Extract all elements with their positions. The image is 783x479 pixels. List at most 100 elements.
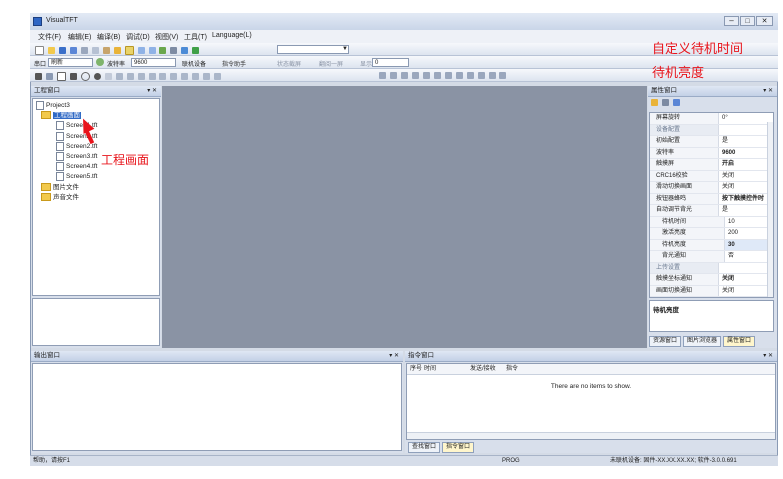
baud-select[interactable]: 9600: [131, 58, 176, 67]
property-row[interactable]: 触摸屏 开启: [650, 159, 773, 171]
property-row[interactable]: CRC16校验 关闭: [650, 170, 773, 182]
property-value[interactable]: 200: [725, 228, 773, 239]
align-bottom-icon[interactable]: [411, 72, 419, 79]
property-value[interactable]: 仅弹起时: [719, 297, 773, 298]
output-text-area[interactable]: [32, 363, 402, 451]
tab-find[interactable]: 查找窗口: [408, 442, 441, 453]
command-assistant-button[interactable]: 指令助手: [222, 59, 246, 68]
property-value[interactable]: 关闭: [719, 286, 773, 297]
button-control-icon[interactable]: [115, 73, 123, 80]
property-value[interactable]: 9600: [719, 148, 773, 159]
menu-edit[interactable]: 编辑(E): [68, 32, 91, 42]
capture-button[interactable]: 状态截屏: [277, 59, 301, 68]
tab-properties[interactable]: 属性窗口: [723, 336, 756, 347]
property-row[interactable]: 上传设置: [650, 262, 773, 274]
property-row[interactable]: 初始配置是: [650, 136, 773, 148]
col-time[interactable]: 时间: [424, 364, 436, 374]
property-value[interactable]: 是: [719, 205, 773, 216]
chevron-down-icon[interactable]: ▼: [342, 46, 348, 52]
menu-tools[interactable]: 工具(T): [184, 32, 207, 42]
property-row[interactable]: 待机时间 10: [650, 216, 773, 228]
rect-icon[interactable]: [56, 72, 66, 81]
new-icon[interactable]: [35, 46, 44, 55]
space-v-icon[interactable]: [488, 72, 496, 79]
tree-item-screen[interactable]: Screen5.tft: [36, 172, 159, 182]
property-row[interactable]: 按钮器蜂鸣 按下触摸控件时: [650, 193, 773, 205]
port-select[interactable]: 刷新: [48, 58, 93, 67]
circle-icon[interactable]: [80, 72, 90, 81]
horizontal-scrollbar[interactable]: [407, 432, 775, 439]
property-row[interactable]: 设备配置: [650, 124, 773, 136]
property-row[interactable]: 触摸坐标通知 关闭: [650, 274, 773, 286]
icon-control-icon[interactable]: [192, 73, 200, 80]
tree-root[interactable]: Project3: [36, 101, 159, 111]
tree-item-screen[interactable]: Screen1.tft: [36, 121, 159, 131]
text-icon[interactable]: [104, 73, 112, 80]
image-icon[interactable]: [124, 46, 134, 55]
menu-control-icon[interactable]: [170, 73, 178, 80]
property-row[interactable]: 波特率 9600: [650, 147, 773, 159]
property-row[interactable]: 自动调节背光是: [650, 205, 773, 217]
property-value[interactable]: 否: [725, 251, 773, 262]
property-row[interactable]: 画面切换通知 关闭: [650, 285, 773, 297]
property-value[interactable]: 关闭: [719, 182, 773, 193]
sort-az-icon[interactable]: [661, 99, 669, 106]
fill-circle-icon[interactable]: [93, 73, 101, 80]
rtc-control-icon[interactable]: [203, 73, 211, 80]
refresh-icon[interactable]: [96, 58, 104, 66]
save-icon[interactable]: [58, 47, 66, 54]
panel-pin-icon[interactable]: ▾ ✕: [147, 86, 157, 96]
slider-control-icon[interactable]: [137, 73, 145, 80]
animation-control-icon[interactable]: [181, 73, 189, 80]
property-value[interactable]: 10: [725, 217, 773, 228]
panel-pin-icon[interactable]: ▾ ✕: [389, 351, 399, 361]
progress-control-icon[interactable]: [126, 73, 134, 80]
tab-image-browser[interactable]: 图片浏览器: [683, 336, 722, 347]
page-input[interactable]: 0: [372, 58, 409, 67]
menu-build[interactable]: 编译(B): [97, 32, 120, 42]
chart-control-icon[interactable]: [159, 73, 167, 80]
property-row[interactable]: 滑动切换画面 关闭: [650, 182, 773, 194]
close-button[interactable]: ✕: [756, 16, 773, 26]
property-row[interactable]: 激活亮度 200: [650, 228, 773, 240]
open-icon[interactable]: [47, 47, 55, 54]
property-value[interactable]: 按下触摸控件时: [719, 194, 773, 205]
property-value[interactable]: 关闭: [719, 171, 773, 182]
lock-icon[interactable]: [113, 47, 121, 54]
space-h-icon[interactable]: [477, 72, 485, 79]
menu-language[interactable]: Language(L): [212, 32, 252, 39]
menu-debug[interactable]: 调试(D): [126, 32, 150, 42]
tree-folder-screens[interactable]: 工程画面: [36, 111, 159, 121]
align-left-icon[interactable]: [379, 72, 386, 79]
grid-icon[interactable]: [499, 72, 507, 79]
line-icon[interactable]: [45, 73, 53, 80]
align-top-icon[interactable]: [400, 72, 408, 79]
tab-commands[interactable]: 指令窗口: [442, 442, 475, 453]
connect-button[interactable]: 联机设备: [182, 59, 206, 68]
menu-view[interactable]: 视图(V): [155, 32, 178, 42]
categorized-icon[interactable]: [651, 99, 658, 106]
prev-screen-button[interactable]: 翻阅一屏: [319, 59, 343, 68]
property-value[interactable]: 开启: [719, 159, 773, 170]
col-index[interactable]: 序号: [410, 364, 422, 374]
col-command[interactable]: 指令: [506, 364, 518, 374]
panel-pin-icon[interactable]: ▾ ✕: [763, 86, 773, 96]
toolbar-dropdown[interactable]: [277, 45, 349, 54]
property-row[interactable]: 背光通知否: [650, 251, 773, 263]
undo-icon[interactable]: [137, 47, 145, 54]
run-icon[interactable]: [192, 47, 200, 54]
property-value[interactable]: 30: [725, 240, 773, 251]
center-v-icon[interactable]: [433, 72, 441, 79]
property-row[interactable]: 按钮事件通知仅弹起时: [650, 297, 773, 298]
minimize-button[interactable]: –: [724, 16, 739, 26]
copy-icon[interactable]: [91, 47, 99, 54]
property-value[interactable]: 0°: [719, 113, 773, 124]
fill-rect-icon[interactable]: [69, 73, 77, 80]
same-width-icon[interactable]: [444, 72, 452, 79]
property-row[interactable]: 待机亮度 30: [650, 239, 773, 251]
property-value[interactable]: 是: [719, 136, 773, 147]
center-h-icon[interactable]: [422, 72, 430, 79]
property-pages-icon[interactable]: [672, 99, 680, 106]
wrench-icon[interactable]: [170, 47, 178, 54]
save-all-icon[interactable]: [69, 47, 77, 54]
